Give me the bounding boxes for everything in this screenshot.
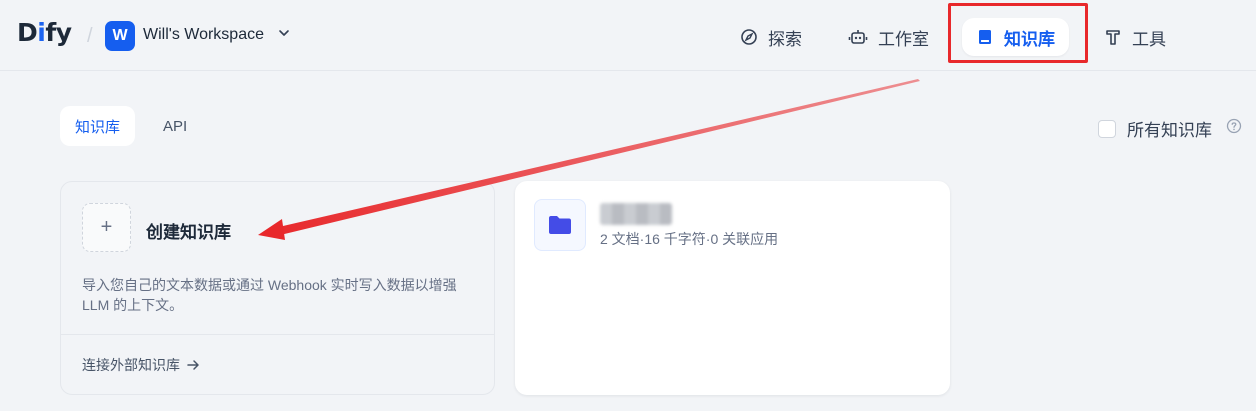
- connect-external-link[interactable]: 连接外部知识库: [82, 355, 200, 375]
- nav-studio-label: 工作室: [878, 29, 929, 49]
- hammer-icon: [1106, 30, 1120, 45]
- plus-icon: +: [82, 203, 131, 252]
- all-datasets-checkbox[interactable]: [1098, 119, 1116, 138]
- connect-external-label: 连接外部知识库: [82, 357, 180, 373]
- card-divider: [61, 334, 494, 335]
- top-header: Dify / W Will's Workspace 探索 工作室 知识库 工具: [0, 0, 1256, 71]
- header-separator: /: [87, 25, 93, 47]
- dataset-card[interactable]: 2 文档·16 千字符·0 关联应用: [515, 181, 950, 395]
- tab-datasets[interactable]: 知识库: [60, 106, 136, 146]
- arrow-right-icon: [187, 360, 199, 370]
- chevron-down-icon[interactable]: [278, 27, 290, 39]
- dataset-meta: 2 文档·16 千字符·0 关联应用: [600, 231, 779, 247]
- folder-icon: [534, 199, 586, 251]
- nav-explore-label: 探索: [768, 29, 802, 49]
- dify-logo[interactable]: Dify: [17, 18, 72, 47]
- workspace-avatar[interactable]: W: [105, 21, 135, 51]
- all-datasets-label: 所有知识库: [1127, 121, 1212, 140]
- all-datasets-filter[interactable]: 所有知识库: [1098, 116, 1212, 141]
- dataset-name-redacted: [600, 203, 672, 225]
- book-icon: [979, 30, 991, 44]
- nav-tools-label: 工具: [1132, 29, 1166, 49]
- create-dataset-card[interactable]: + 创建知识库 导入您自己的文本数据或通过 Webhook 实时写入数据以增强 …: [60, 181, 495, 395]
- nav-datasets-label: 知识库: [1004, 29, 1055, 49]
- tab-api[interactable]: API: [148, 106, 202, 146]
- nav-tools[interactable]: 工具: [1090, 18, 1180, 56]
- nav-studio[interactable]: 工作室: [834, 18, 943, 56]
- compass-icon: [741, 29, 757, 45]
- create-dataset-title: 创建知识库: [146, 223, 231, 242]
- nav-explore[interactable]: 探索: [726, 18, 816, 56]
- nav-datasets[interactable]: 知识库: [962, 18, 1069, 56]
- create-dataset-description: 导入您自己的文本数据或通过 Webhook 实时写入数据以增强 LLM 的上下文…: [82, 277, 457, 313]
- robot-icon: [848, 30, 868, 44]
- help-icon[interactable]: [1226, 118, 1242, 134]
- workspace-name[interactable]: Will's Workspace: [143, 26, 264, 44]
